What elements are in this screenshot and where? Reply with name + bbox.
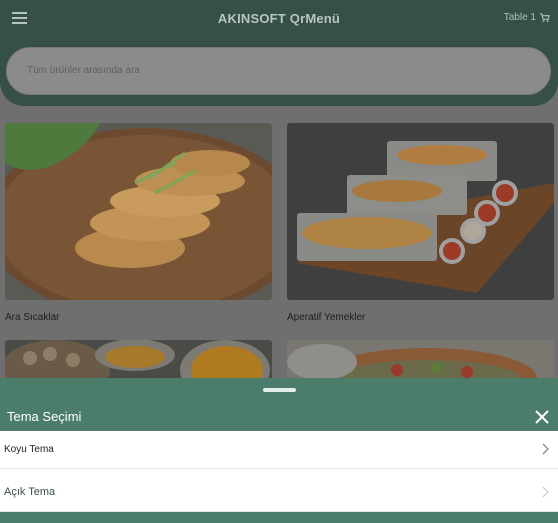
theme-option-label: Koyu Tema xyxy=(4,444,54,455)
cart-icon xyxy=(539,13,550,23)
theme-option-dark[interactable]: Koyu Tema xyxy=(0,431,558,469)
app-title: AKINSOFT QrMenü xyxy=(217,11,341,26)
chevron-right-icon xyxy=(542,486,549,498)
theme-option-light[interactable]: Açık Tema xyxy=(0,469,558,512)
drag-handle[interactable] xyxy=(263,388,296,392)
category-label: Aperatif Yemekler xyxy=(287,312,366,323)
chevron-right-icon xyxy=(542,443,549,455)
theme-selection-sheet: Tema Seçimi Koyu Tema Açık Tema xyxy=(0,378,558,523)
category-image xyxy=(287,123,554,300)
category-image xyxy=(5,123,272,300)
category-card[interactable] xyxy=(5,340,272,380)
category-card-aperatif-yemekler[interactable]: Aperatif Yemekler xyxy=(287,123,554,323)
category-label: Ara Sıcaklar xyxy=(5,312,60,323)
theme-list: Koyu Tema Açık Tema xyxy=(0,431,558,512)
category-image xyxy=(5,340,272,380)
category-card[interactable] xyxy=(287,340,554,380)
table-indicator[interactable]: Table 1 xyxy=(504,12,550,23)
category-card-ara-sicaklar[interactable]: Ara Sıcaklar xyxy=(5,123,272,323)
theme-option-label: Açık Tema xyxy=(4,486,56,498)
app-header: AKINSOFT QrMenü Table 1 Tüm ürünler aras… xyxy=(0,0,558,106)
category-image xyxy=(287,340,554,380)
search-input[interactable]: Tüm ürünler arasında ara xyxy=(6,47,551,95)
table-label: Table 1 xyxy=(503,12,536,23)
close-icon[interactable] xyxy=(535,410,549,424)
sheet-title: Tema Seçimi xyxy=(7,409,82,424)
